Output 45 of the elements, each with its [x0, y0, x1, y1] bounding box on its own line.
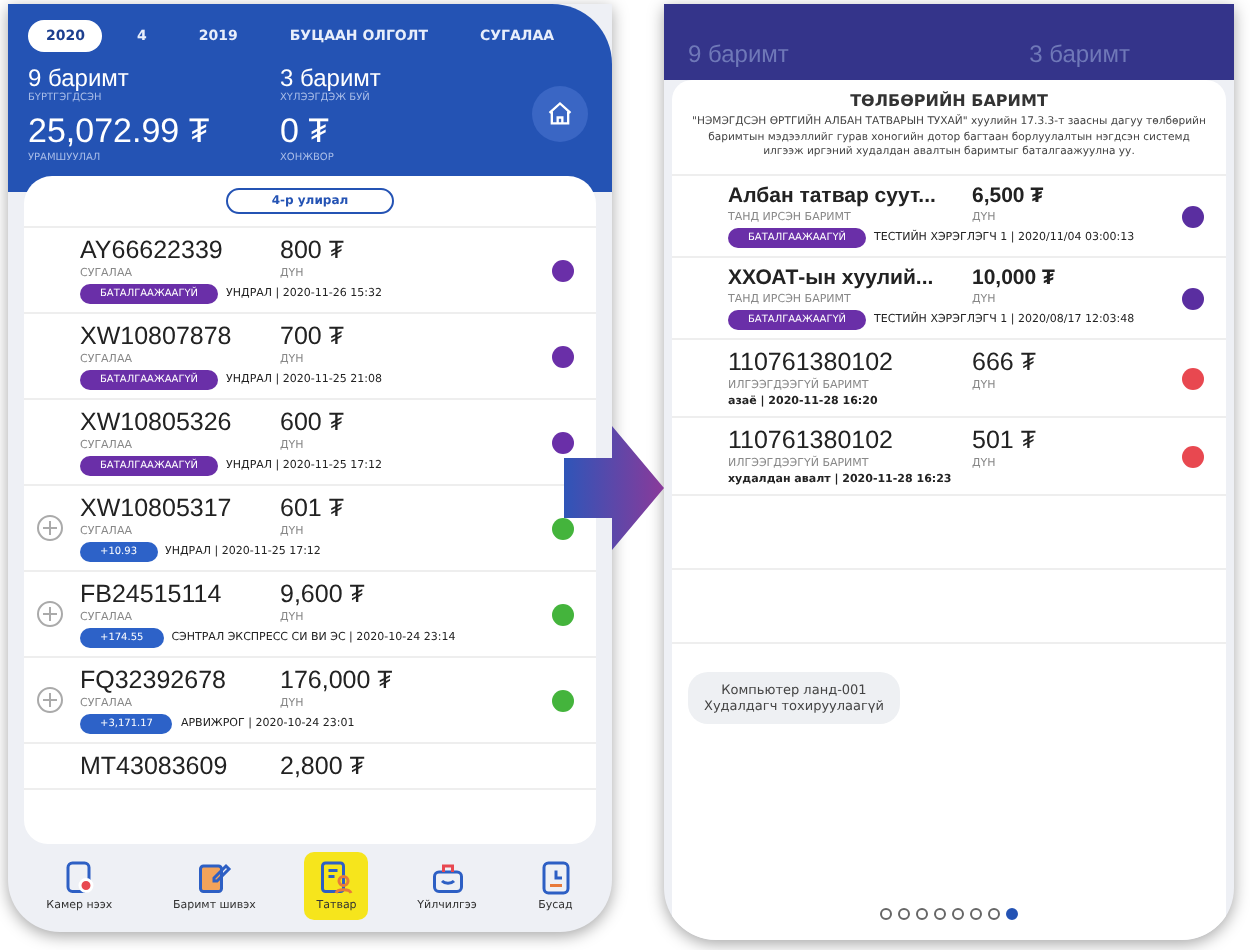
home-button[interactable] — [532, 86, 588, 142]
page-dot[interactable] — [1006, 908, 1018, 920]
briefcase-icon — [429, 860, 466, 896]
page-dot[interactable] — [988, 908, 1000, 920]
receipt-number: FB24515114 — [80, 580, 224, 608]
page-dot[interactable] — [970, 908, 982, 920]
receipt-number: MT43083609 — [80, 752, 230, 780]
stat-value: 9 баримт — [688, 40, 791, 68]
receipt-number: 110761380102 — [728, 348, 895, 377]
receipt-amount: 6,500 ₮ — [972, 184, 1046, 209]
receipt-amount: 10,000 ₮ — [972, 266, 1057, 291]
receipt-amount: 176,000 ₮ — [280, 666, 395, 694]
document-camera-icon — [61, 860, 98, 896]
page-dot[interactable] — [898, 908, 910, 920]
receipt-number: XW10805326 — [80, 408, 234, 436]
document-pen-icon — [196, 860, 233, 896]
receipt-number: ХХОАТ-ын хуулий... — [728, 266, 936, 291]
receipt-number: Албан татвар суут... — [728, 184, 938, 209]
right-arrow-icon — [564, 426, 664, 550]
receipt-number: XW10805317 — [80, 494, 234, 522]
receipt-amount: 600 ₮ — [280, 408, 346, 436]
receipt-number: AY66622339 — [80, 236, 225, 264]
receipt-amount: 700 ₮ — [280, 322, 346, 350]
receipt-amount: 601 ₮ — [280, 494, 346, 522]
receipt-amount: 666 ₮ — [972, 348, 1038, 377]
page-dot[interactable] — [880, 908, 892, 920]
receipt-number: FQ32392678 — [80, 666, 228, 694]
stat-value: 3 баримт — [1029, 40, 1132, 68]
receipt-number: 110761380102 — [728, 426, 895, 455]
page-dot[interactable] — [916, 908, 928, 920]
modal-title: ТӨЛБӨРИЙН БАРИМТ — [848, 89, 1050, 110]
home-icon — [546, 100, 574, 128]
receipt-amount: 800 ₮ — [280, 236, 346, 264]
stat-value: 25,072.99 ₮ — [28, 112, 212, 152]
page-dot[interactable] — [952, 908, 964, 920]
stat-value: 0 ₮ — [280, 112, 332, 152]
receipt-number: XW10807878 — [80, 322, 234, 350]
receipt-amount: 2,800 ₮ — [280, 752, 367, 780]
stat-value: 9 баримт — [28, 64, 131, 92]
document-clock-icon — [537, 860, 574, 896]
receipt-amount: 501 ₮ — [972, 426, 1038, 455]
page-dot[interactable] — [934, 908, 946, 920]
stat-value: 3 баримт — [280, 64, 383, 92]
document-person-icon — [318, 860, 355, 896]
receipt-amount: 9,600 ₮ — [280, 580, 367, 608]
